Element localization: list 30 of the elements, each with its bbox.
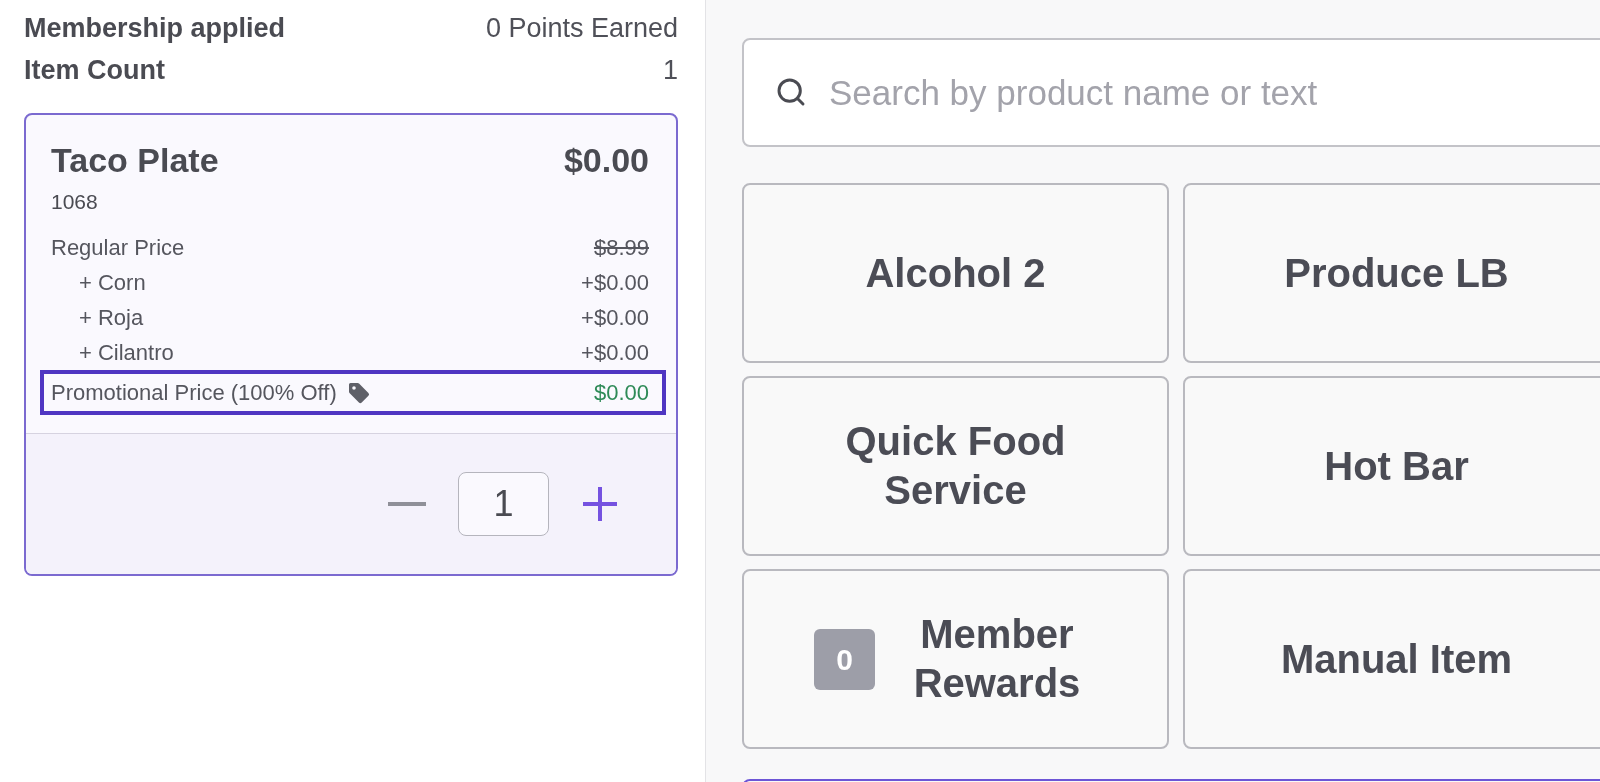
summary-label: Item Count <box>24 53 165 87</box>
category-tile[interactable]: Alcohol 2 <box>742 183 1169 363</box>
category-tile[interactable]: Manual Item <box>1183 569 1600 749</box>
category-tile[interactable]: 0 Member Rewards <box>742 569 1169 749</box>
category-tile[interactable]: Produce LB <box>1183 183 1600 363</box>
price-line-amount: +$0.00 <box>581 269 649 297</box>
minus-icon <box>388 502 426 506</box>
price-line-label: + Corn <box>79 269 146 297</box>
price-line-amount: +$0.00 <box>581 339 649 367</box>
tag-icon <box>346 380 371 405</box>
search-icon <box>775 76 807 108</box>
price-line-amount: $8.99 <box>593 234 649 262</box>
category-tile[interactable]: Hot Bar <box>1183 376 1600 556</box>
price-line-label: + Roja <box>79 304 144 332</box>
item-price: $0.00 <box>563 139 649 181</box>
price-line-label: Regular Price <box>51 234 185 262</box>
price-line-label: + Cilantro <box>79 339 174 367</box>
price-line-amount: $0.00 <box>593 379 649 407</box>
item-code: 1068 <box>51 189 98 216</box>
summary-value: 1 <box>662 53 678 87</box>
search-field[interactable]: Search by product name or text <box>742 38 1600 147</box>
price-line-amount: +$0.00 <box>581 304 649 332</box>
quantity-field[interactable]: 1 <box>458 472 549 536</box>
summary-value: 0 Points Earned <box>485 11 678 45</box>
item-name: Taco Plate <box>51 139 219 181</box>
category-tile[interactable]: Quick Food Service <box>742 376 1169 556</box>
summary-label: Membership applied <box>24 11 286 45</box>
reward-count-badge: 0 <box>814 628 875 690</box>
plus-icon <box>583 487 617 521</box>
price-line-label: Promotional Price (100% Off) <box>51 379 337 407</box>
